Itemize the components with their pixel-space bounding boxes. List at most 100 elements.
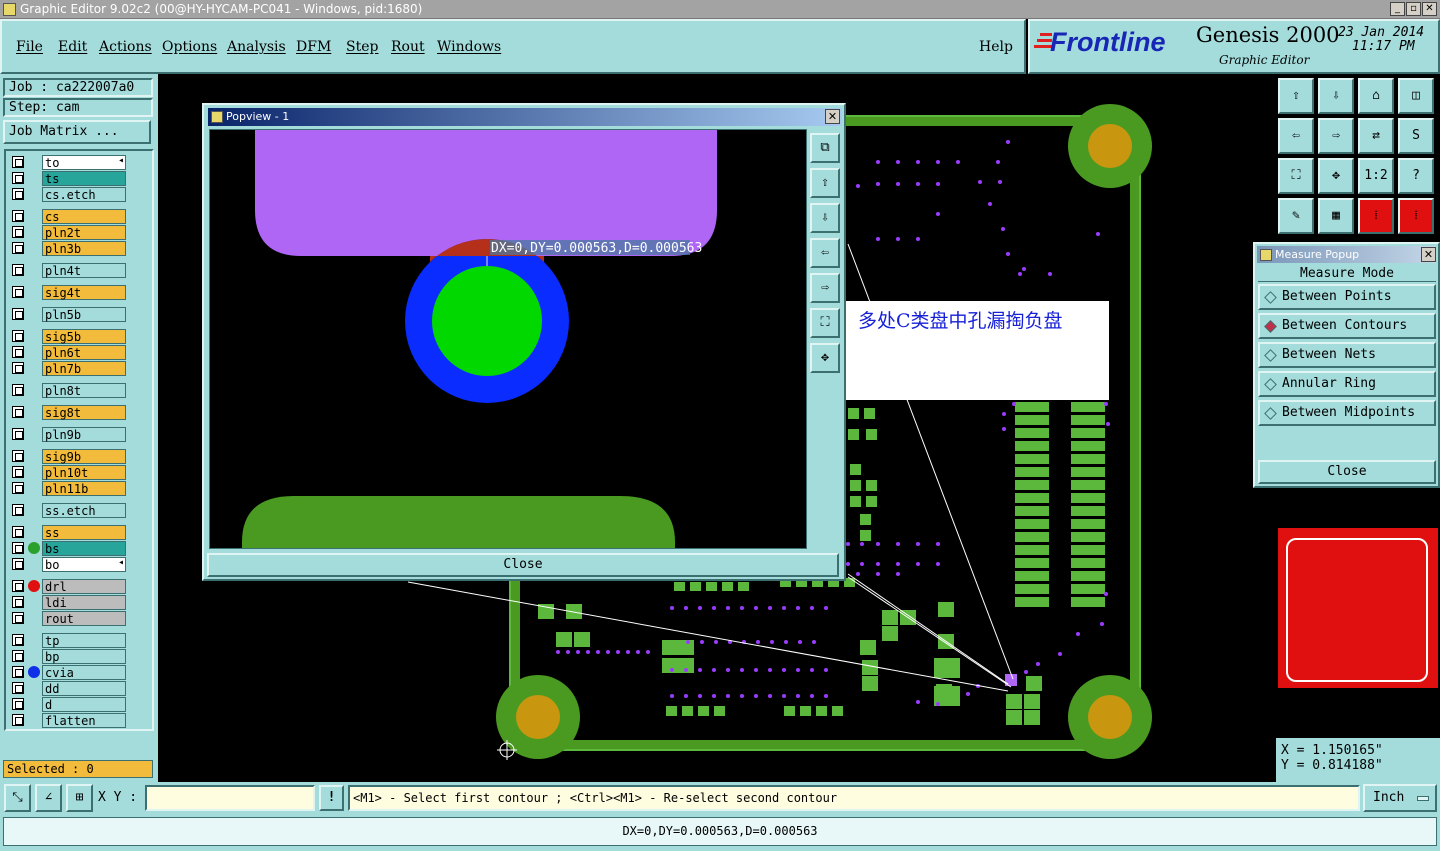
menu-edit[interactable]: Edit [58, 39, 87, 55]
layer-name[interactable]: to [42, 155, 126, 170]
layer-row[interactable]: bo ◂ [8, 557, 128, 572]
measure-option[interactable]: Between Nets [1258, 342, 1436, 368]
layer-row[interactable]: to ◂ [8, 155, 128, 170]
layer-name[interactable]: ss [42, 525, 126, 540]
measure-close-button[interactable]: Close [1258, 460, 1436, 484]
ratio-icon[interactable]: 1:2 [1358, 158, 1394, 194]
layer-name[interactable]: flatten [42, 713, 126, 728]
layer-checkbox[interactable] [12, 450, 24, 462]
menu-file[interactable]: File [16, 39, 43, 55]
swap-icon[interactable]: ⇄ [1358, 118, 1394, 154]
layer-checkbox[interactable] [12, 558, 24, 570]
layer-name[interactable]: d [42, 697, 126, 712]
job-matrix-button[interactable]: Job Matrix ... [3, 120, 151, 144]
layer-row[interactable]: tp [8, 633, 128, 648]
layer-name[interactable]: sig5b [42, 329, 126, 344]
layer-checkbox[interactable] [12, 714, 24, 726]
layer-checkbox[interactable] [12, 526, 24, 538]
layer-checkbox[interactable] [12, 682, 24, 694]
menu-analysis[interactable]: Analysis [227, 39, 286, 55]
split-icon[interactable]: ◫ [1398, 78, 1434, 114]
layer-name[interactable]: pln9b [42, 427, 126, 442]
zoom-home-icon[interactable]: ⇧ [1278, 78, 1314, 114]
layer-name[interactable]: pln2t [42, 225, 126, 240]
measure-close-icon[interactable]: ✕ [1421, 247, 1436, 262]
zoom-in-icon[interactable]: ⇧ [810, 168, 840, 198]
layer-name[interactable]: pln4t [42, 263, 126, 278]
layer-name[interactable]: bp [42, 649, 126, 664]
layer-checkbox[interactable] [12, 504, 24, 516]
layer-name[interactable]: ts [42, 171, 126, 186]
maximize-button[interactable]: ▫ [1406, 2, 1421, 16]
minimize-button[interactable]: _ [1390, 2, 1405, 16]
layer-name[interactable]: pln6t [42, 345, 126, 360]
layer-row[interactable]: ldi [8, 595, 128, 610]
layer-row[interactable]: pln7b [8, 361, 128, 376]
layer-row[interactable]: sig9b [8, 449, 128, 464]
layer-name[interactable]: dd [42, 681, 126, 696]
layer-checkbox[interactable] [12, 428, 24, 440]
menu-help[interactable]: Help [979, 39, 1013, 55]
measure-option[interactable]: Between Points [1258, 284, 1436, 310]
zoom-out-icon[interactable]: ⇩ [810, 203, 840, 233]
layer-checkbox[interactable] [12, 596, 24, 608]
layer-checkbox[interactable] [12, 384, 24, 396]
layer-name[interactable]: pln3b [42, 241, 126, 256]
layer-row[interactable]: bs [8, 541, 128, 556]
layer-checkbox[interactable] [12, 156, 24, 168]
layer-checkbox[interactable] [12, 650, 24, 662]
layer-row[interactable]: pln9b [8, 427, 128, 442]
center-icon[interactable]: ✥ [1318, 158, 1354, 194]
popview-canvas[interactable]: DX=0,DY=0.000563,D=0.000563 [209, 129, 807, 549]
angle-icon[interactable]: ∠ [35, 784, 62, 812]
menu-rout[interactable]: Rout [391, 39, 425, 55]
close-window-button[interactable]: ✕ [1422, 2, 1437, 16]
layer-row[interactable]: pln8t [8, 383, 128, 398]
layer-checkbox[interactable] [12, 264, 24, 276]
pan-right-icon[interactable]: ⇨ [810, 273, 840, 303]
alert-icon[interactable]: ! [319, 785, 344, 811]
layer-name[interactable]: cvia [42, 665, 126, 680]
help-icon[interactable]: ? [1398, 158, 1434, 194]
layer-name[interactable]: pln10t [42, 465, 126, 480]
layer-row[interactable]: rout [8, 611, 128, 626]
layer-name[interactable]: ss.etch [42, 503, 126, 518]
layer-row[interactable]: pln3b [8, 241, 128, 256]
xy-input[interactable] [145, 785, 315, 811]
menu-step[interactable]: Step [346, 39, 378, 55]
measure-a-icon[interactable]: ⁞ [1358, 198, 1394, 234]
layer-row[interactable]: bp [8, 649, 128, 664]
house-icon[interactable]: ⌂ [1358, 78, 1394, 114]
layer-checkbox[interactable] [12, 634, 24, 646]
layers-icon[interactable]: ⧉ [810, 133, 840, 163]
layer-name[interactable]: pln7b [42, 361, 126, 376]
measure-option[interactable]: Between Midpoints [1258, 400, 1436, 426]
layer-name[interactable]: bs [42, 541, 126, 556]
layer-row[interactable]: pln5b [8, 307, 128, 322]
layer-row[interactable]: drl [8, 579, 128, 594]
layer-row[interactable]: pln10t [8, 465, 128, 480]
layer-checkbox[interactable] [12, 580, 24, 592]
layer-name[interactable]: rout [42, 611, 126, 626]
layer-checkbox[interactable] [12, 612, 24, 624]
layer-checkbox[interactable] [12, 172, 24, 184]
layer-row[interactable]: pln4t [8, 263, 128, 278]
pan-left-icon[interactable]: ⇦ [1278, 118, 1314, 154]
layer-row[interactable]: pln6t [8, 345, 128, 360]
layer-checkbox[interactable] [12, 698, 24, 710]
s-curve-icon[interactable]: S [1398, 118, 1434, 154]
menu-dfm[interactable]: DFM [296, 39, 331, 55]
layer-row[interactable]: cs [8, 209, 128, 224]
layer-row[interactable]: dd [8, 681, 128, 696]
popview-close-icon[interactable]: ✕ [825, 109, 840, 124]
layer-row[interactable]: sig8t [8, 405, 128, 420]
layer-row[interactable]: flatten [8, 713, 128, 728]
layer-name[interactable]: pln8t [42, 383, 126, 398]
layer-name[interactable]: tp [42, 633, 126, 648]
layer-name[interactable]: sig4t [42, 285, 126, 300]
layer-row[interactable]: pln2t [8, 225, 128, 240]
layer-name[interactable]: cs.etch [42, 187, 126, 202]
popview-close-button[interactable]: Close [207, 553, 839, 577]
resize-icon[interactable]: ⤡ [4, 784, 31, 812]
layer-name[interactable]: drl [42, 579, 126, 594]
